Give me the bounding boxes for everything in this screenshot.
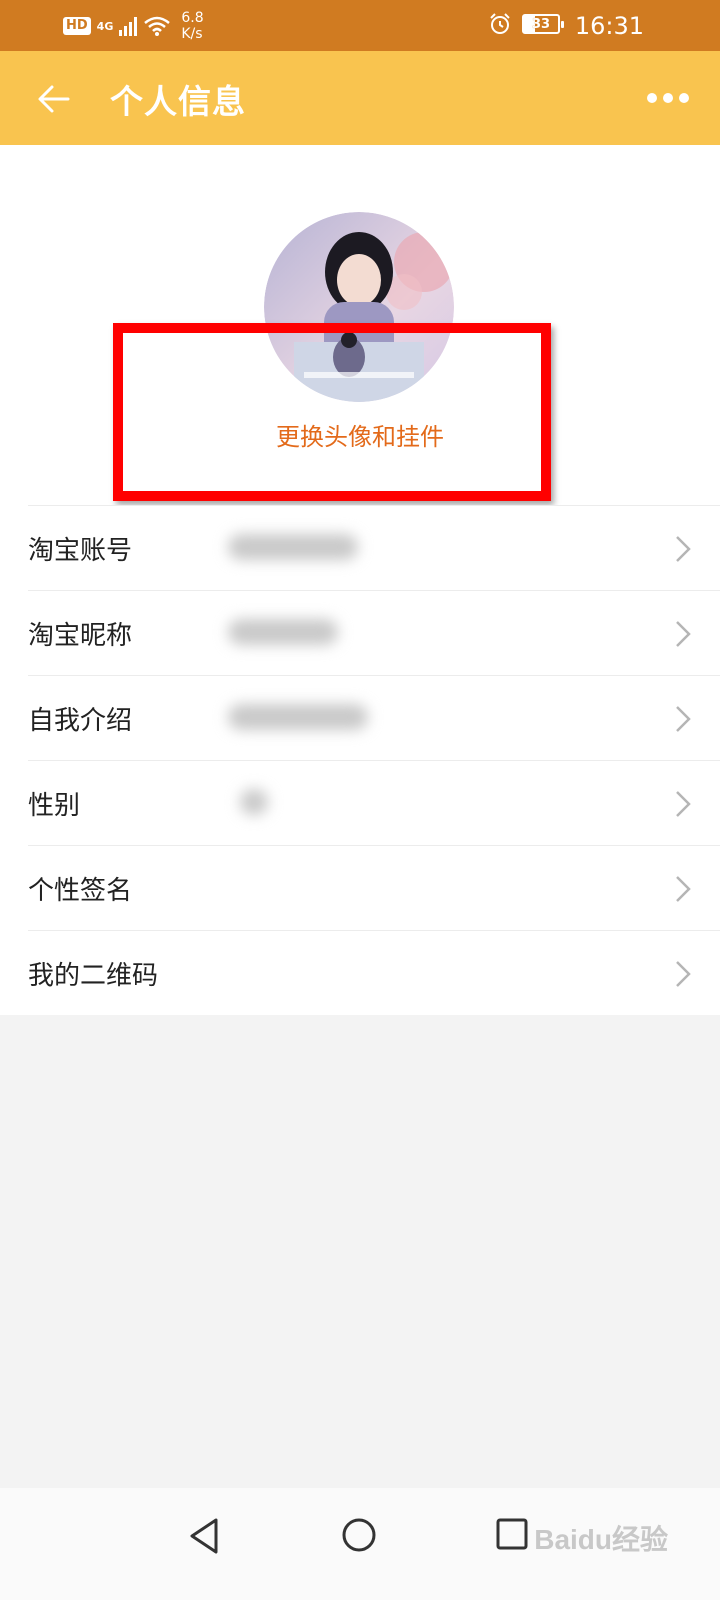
status-left: HD 4G 6.8 K/s	[63, 10, 204, 42]
chevron-right-icon	[676, 621, 691, 647]
speed-unit: K/s	[181, 26, 203, 42]
avatar[interactable]	[264, 212, 454, 402]
chevron-right-icon	[676, 961, 691, 987]
chevron-right-icon	[676, 791, 691, 817]
speed-value: 6.8	[181, 10, 204, 26]
list-item-gender[interactable]: 性别	[28, 760, 720, 845]
list-item-label: 我的二维码	[28, 960, 159, 991]
list-item-taobao-account[interactable]: 淘宝账号	[28, 505, 720, 590]
list-item-qr-code[interactable]: 我的二维码	[28, 930, 720, 1015]
list-item-self-intro[interactable]: 自我介绍	[28, 675, 720, 760]
clock: 16:31	[574, 12, 644, 40]
wifi-icon	[144, 16, 171, 36]
signal-icon	[119, 16, 138, 36]
status-bar: HD 4G 6.8 K/s 33 16:31	[0, 0, 720, 51]
network-speed: 6.8 K/s	[181, 10, 203, 42]
list-item-label: 自我介绍	[28, 705, 133, 736]
battery-icon: 33	[522, 14, 564, 34]
chevron-right-icon	[676, 706, 691, 732]
nav-back-icon[interactable]	[186, 1516, 222, 1556]
blurred-value	[228, 704, 368, 730]
blurred-value	[240, 789, 268, 815]
status-right: 33	[488, 12, 564, 36]
chevron-right-icon	[676, 876, 691, 902]
chevron-right-icon	[676, 536, 691, 562]
watermark-logo: Baidu经验	[534, 1524, 668, 1555]
hd-badge: HD	[63, 17, 91, 35]
list-item-label: 性别	[28, 790, 81, 821]
blurred-value	[228, 534, 358, 560]
list-item-label: 淘宝昵称	[28, 620, 133, 651]
page-title: 个人信息	[110, 82, 246, 121]
alarm-icon	[490, 13, 510, 34]
network-type: 4G	[96, 19, 114, 33]
list-item-label: 个性签名	[28, 875, 133, 906]
app-bar: 个人信息	[0, 51, 720, 145]
battery-level: 33	[531, 16, 551, 32]
list-item-taobao-nickname[interactable]: 淘宝昵称	[28, 590, 720, 675]
change-avatar-button[interactable]: 更换头像和挂件	[0, 417, 720, 452]
back-arrow-icon[interactable]	[36, 81, 72, 117]
profile-info-list: 淘宝账号 淘宝昵称 自我介绍 性别 个性签名 我的二维码	[0, 505, 720, 1015]
list-item-signature[interactable]: 个性签名	[28, 845, 720, 930]
nav-recent-apps-icon[interactable]	[495, 1517, 529, 1551]
profile-header: 更换头像和挂件	[0, 145, 720, 505]
more-options-icon[interactable]	[646, 91, 690, 105]
list-item-label: 淘宝账号	[28, 535, 133, 566]
blurred-value	[228, 619, 338, 645]
nav-home-icon[interactable]	[340, 1516, 378, 1554]
system-nav-bar: Baidu经验	[0, 1488, 720, 1600]
